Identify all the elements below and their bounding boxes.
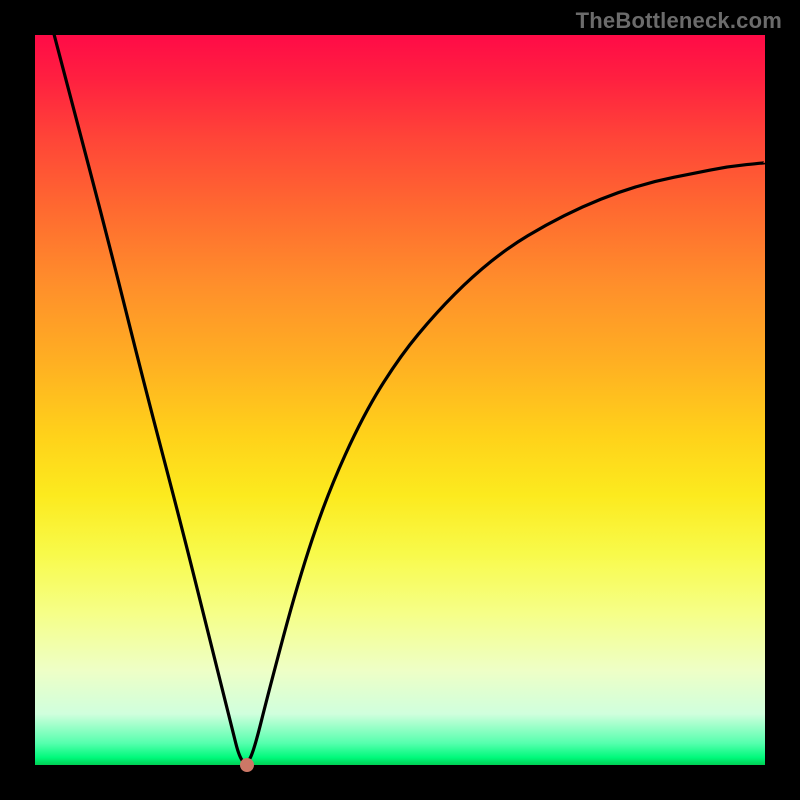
chart-container: TheBottleneck.com <box>0 0 800 800</box>
plot-area <box>35 35 765 765</box>
curve-svg <box>35 35 765 765</box>
bottleneck-curve-path <box>35 35 765 763</box>
optimal-point-marker <box>240 758 254 772</box>
watermark-text: TheBottleneck.com <box>576 8 782 34</box>
